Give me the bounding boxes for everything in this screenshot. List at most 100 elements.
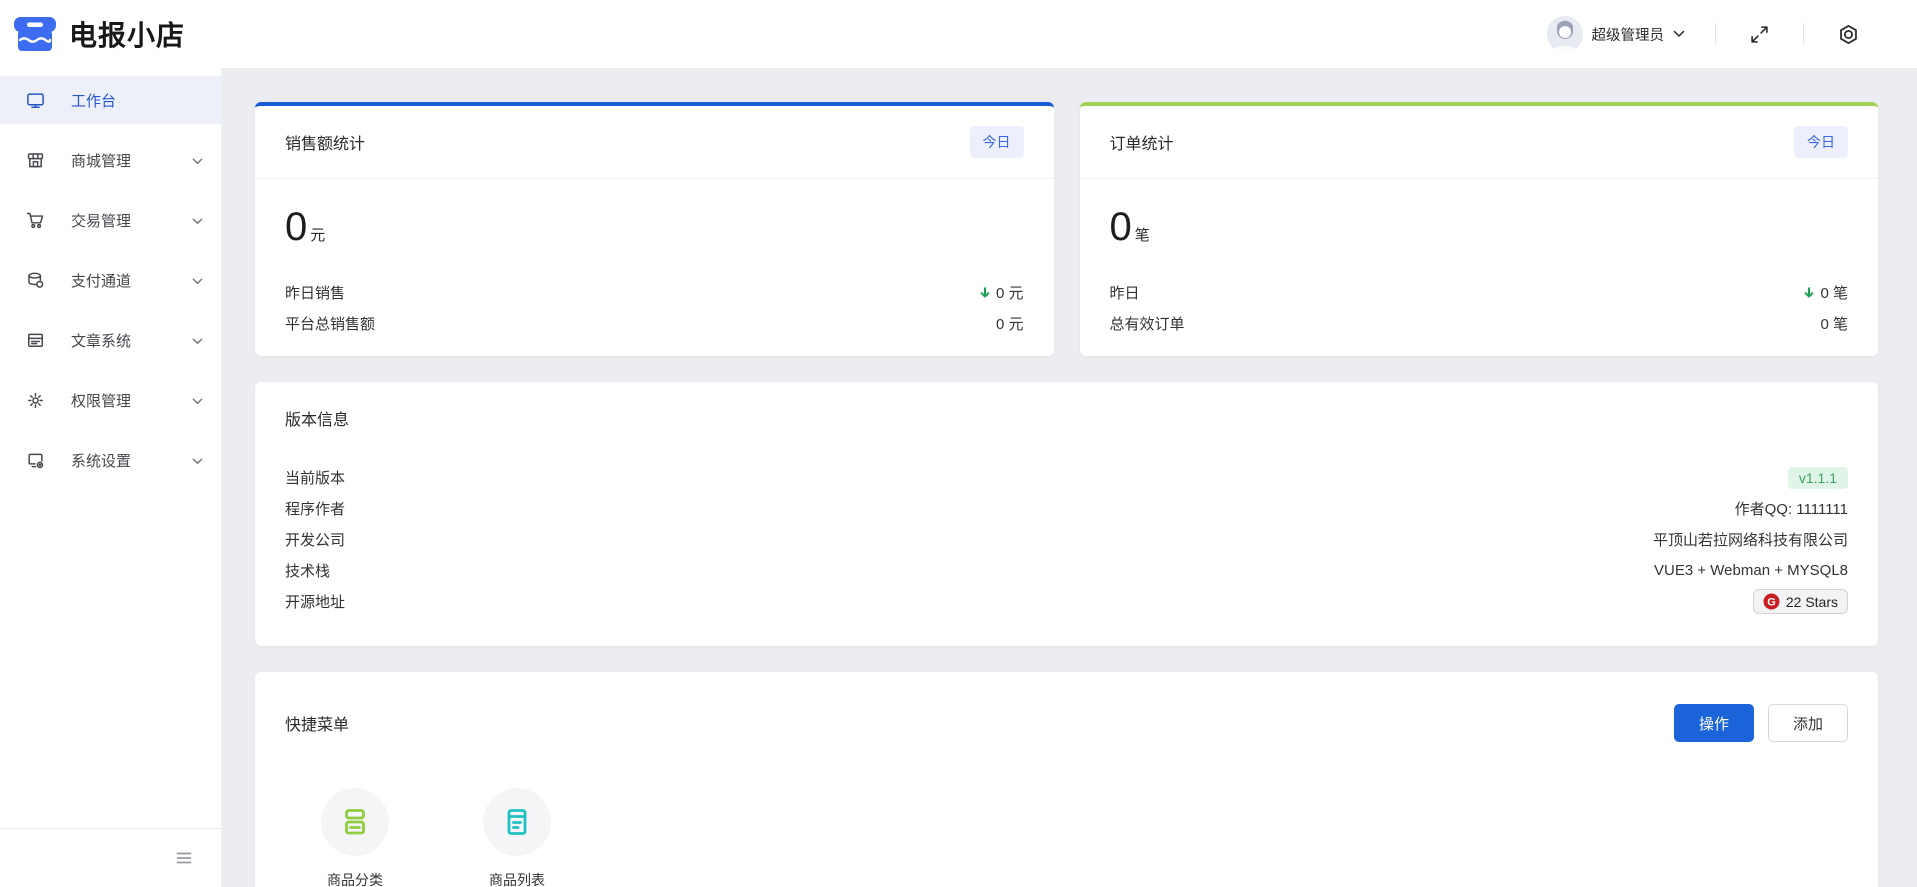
add-button[interactable]: 添加 — [1768, 704, 1848, 742]
version-row: 当前版本 v1.1.1 — [285, 462, 1848, 493]
avatar[interactable] — [1547, 16, 1583, 52]
stat-row: 昨日 0 笔 — [1110, 277, 1849, 308]
header-divider — [1803, 23, 1804, 45]
version-row-label: 程序作者 — [285, 498, 345, 519]
sidebar-item-payment-channels[interactable]: 支付通道 — [0, 256, 221, 304]
main-content: 销售额统计 今日 0元 昨日销售 0 元 — [222, 68, 1917, 887]
stat-row-value: 0 元 — [996, 313, 1024, 334]
article-icon — [26, 331, 45, 350]
stat-row: 昨日销售 0 元 — [285, 277, 1024, 308]
category-icon — [339, 806, 371, 838]
sidebar-item-label: 系统设置 — [71, 450, 192, 471]
today-badge[interactable]: 今日 — [970, 126, 1024, 158]
user-menu[interactable]: 超级管理员 — [1547, 16, 1686, 52]
sidebar-item-article-system[interactable]: 文章系统 — [0, 316, 221, 364]
version-row: 开发公司 平顶山若拉网络科技有限公司 — [285, 524, 1848, 555]
card-body: 0元 昨日销售 0 元 平台总销售额 — [255, 179, 1054, 339]
app-logo: 电报小店 — [0, 13, 185, 55]
sales-unit: 元 — [310, 227, 325, 244]
card-title: 快捷菜单 — [285, 711, 349, 735]
card-header: 销售额统计 今日 — [255, 106, 1054, 179]
stat-row-value: 0 笔 — [1820, 313, 1848, 334]
app-title: 电报小店 — [69, 14, 185, 54]
today-badge[interactable]: 今日 — [1794, 126, 1848, 158]
stat-row-label: 总有效订单 — [1110, 313, 1185, 334]
operate-button[interactable]: 操作 — [1674, 704, 1754, 742]
sidebar-item-label: 工作台 — [71, 90, 203, 111]
card-title: 销售额统计 — [285, 130, 365, 154]
stat-rows: 昨日销售 0 元 平台总销售额 0 元 — [285, 277, 1024, 339]
trend-down-icon — [1802, 286, 1816, 300]
chevron-down-icon — [192, 272, 203, 289]
shop-logo-icon — [12, 13, 58, 55]
sidebar-item-trade-management[interactable]: 交易管理 — [0, 196, 221, 244]
list-icon — [501, 806, 533, 838]
quick-item-label: 商品分类 — [327, 870, 383, 887]
quick-menu-items: 商品分类 商品列表 — [285, 788, 1848, 887]
version-row-value: 作者QQ: 1111111 — [1735, 498, 1848, 519]
fullscreen-expand-button[interactable] — [1746, 21, 1773, 48]
chevron-down-icon — [1673, 30, 1685, 38]
card-header: 订单统计 今日 — [1080, 106, 1879, 179]
version-row-value: VUE3 + Webman + MYSQL8 — [1654, 562, 1848, 579]
hamburger-icon — [175, 850, 193, 866]
settings-button[interactable] — [1834, 20, 1863, 49]
card-title: 订单统计 — [1110, 130, 1174, 154]
quick-item-product-categories[interactable]: 商品分类 — [321, 788, 389, 887]
settings-icon — [1838, 24, 1859, 45]
monitor-icon — [26, 91, 45, 110]
version-info-card: 版本信息 当前版本 v1.1.1 程序作者 作者QQ: 1111111 开发公司… — [255, 382, 1878, 646]
big-value: 0元 — [285, 205, 1024, 249]
system-icon — [26, 451, 45, 470]
quick-item-product-list[interactable]: 商品列表 — [483, 788, 551, 887]
orders-amount: 0 — [1110, 205, 1132, 249]
chevron-down-icon — [192, 152, 203, 169]
stat-row-value: 0 笔 — [1802, 282, 1848, 303]
quick-menu-header: 快捷菜单 操作 添加 — [285, 704, 1848, 742]
sidebar: 工作台 商城管理 交易管理 — [0, 68, 222, 887]
sidebar-item-mall-management[interactable]: 商城管理 — [0, 136, 221, 184]
store-icon — [26, 151, 45, 170]
order-stats-card: 订单统计 今日 0笔 昨日 0 笔 — [1080, 102, 1879, 356]
quick-item-label: 商品列表 — [489, 870, 545, 887]
stats-row: 销售额统计 今日 0元 昨日销售 0 元 — [255, 102, 1878, 356]
header-controls: 超级管理员 — [1547, 16, 1917, 52]
sidebar-item-label: 权限管理 — [71, 390, 192, 411]
sidebar-collapse-button[interactable] — [171, 846, 197, 870]
chevron-down-icon — [192, 332, 203, 349]
quick-item-circle — [321, 788, 389, 856]
sidebar-item-label: 文章系统 — [71, 330, 192, 351]
header-divider — [1715, 23, 1716, 45]
user-name: 超级管理员 — [1592, 24, 1665, 45]
version-row-label: 当前版本 — [285, 467, 345, 488]
stat-rows: 昨日 0 笔 总有效订单 0 笔 — [1110, 277, 1849, 339]
app-header: 电报小店 超级管理员 — [0, 0, 1917, 68]
gear-icon — [26, 391, 45, 410]
chevron-down-icon — [192, 452, 203, 469]
cart-icon — [26, 211, 45, 230]
version-row: 技术栈 VUE3 + Webman + MYSQL8 — [285, 555, 1848, 586]
version-tag: v1.1.1 — [1788, 467, 1848, 489]
version-row: 程序作者 作者QQ: 1111111 — [285, 493, 1848, 524]
quick-menu-actions: 操作 添加 — [1674, 704, 1848, 742]
version-row-value: 平顶山若拉网络科技有限公司 — [1653, 529, 1848, 550]
stat-row-label: 平台总销售额 — [285, 313, 375, 334]
version-row-label: 开发公司 — [285, 529, 345, 550]
svg-text:G: G — [1767, 596, 1776, 608]
sales-amount: 0 — [285, 205, 307, 249]
sidebar-item-permission-management[interactable]: 权限管理 — [0, 376, 221, 424]
sidebar-footer — [0, 828, 221, 887]
sidebar-item-label: 交易管理 — [71, 210, 192, 231]
sidebar-item-workbench[interactable]: 工作台 — [0, 76, 221, 124]
sales-stats-card: 销售额统计 今日 0元 昨日销售 0 元 — [255, 102, 1054, 356]
stat-row-label: 昨日销售 — [285, 282, 345, 303]
version-row-label: 技术栈 — [285, 560, 330, 581]
quick-menu-card: 快捷菜单 操作 添加 商品分类 — [255, 672, 1878, 887]
sidebar-item-system-settings[interactable]: 系统设置 — [0, 436, 221, 484]
gitee-stars-badge[interactable]: G 22 Stars — [1753, 589, 1848, 614]
chevron-down-icon — [192, 392, 203, 409]
stat-row: 总有效订单 0 笔 — [1110, 308, 1849, 339]
stat-row-value: 0 元 — [978, 282, 1024, 303]
version-row-label: 开源地址 — [285, 591, 345, 612]
gitee-icon: G — [1763, 593, 1780, 610]
